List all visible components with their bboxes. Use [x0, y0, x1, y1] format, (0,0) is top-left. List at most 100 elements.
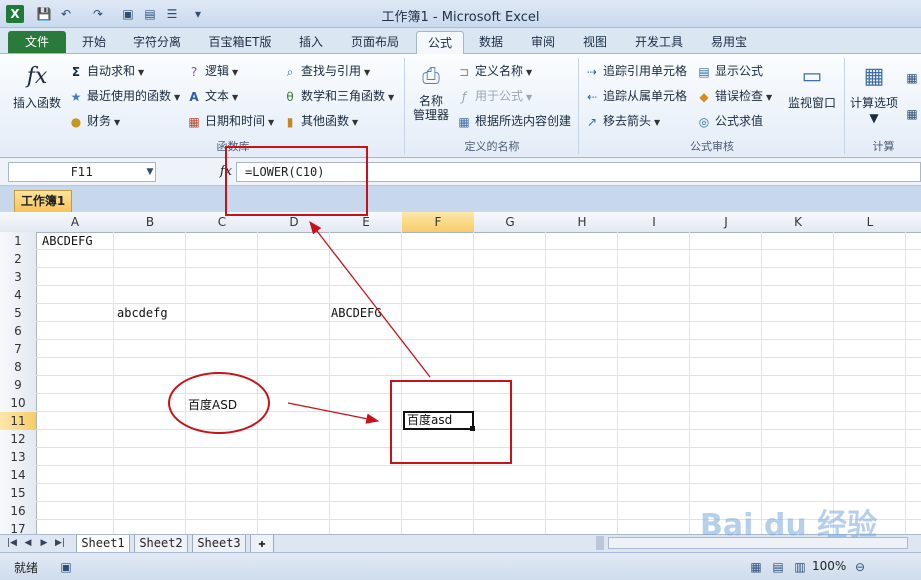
column-header[interactable]: J: [690, 212, 763, 233]
trace-dependents-icon: ⇠: [586, 89, 598, 104]
cell-A1[interactable]: ABCDEFG: [42, 234, 93, 248]
workbook-tab[interactable]: 工作簿1: [14, 190, 72, 212]
row-header[interactable]: 16: [0, 502, 37, 521]
row-header[interactable]: 12: [0, 430, 37, 449]
cell-B5[interactable]: abcdefg: [117, 306, 168, 320]
tab-file[interactable]: 文件: [8, 31, 66, 53]
next-sheet-icon[interactable]: ▶: [38, 537, 50, 549]
insert-function-label: 插入函数: [12, 96, 61, 110]
prev-sheet-icon[interactable]: ◀: [22, 537, 34, 549]
define-name-button[interactable]: ⊐ 定义名称 ▼: [456, 60, 532, 82]
books-icon: ▮: [286, 114, 294, 129]
lookup-button[interactable]: ⌕ 查找与引用 ▼: [282, 60, 371, 82]
first-sheet-icon[interactable]: |◀: [6, 537, 18, 549]
column-header[interactable]: H: [546, 212, 619, 233]
row-header[interactable]: 10: [0, 394, 37, 413]
math-label: 数学和三角函数: [301, 89, 386, 103]
logic-book-icon: ?: [190, 64, 198, 79]
row-header[interactable]: 2: [0, 250, 37, 269]
error-checking-button[interactable]: ◆ 错误检查 ▼: [696, 85, 772, 107]
column-header[interactable]: G: [474, 212, 547, 233]
tab-review[interactable]: 审阅: [520, 31, 566, 53]
row-header[interactable]: 1: [0, 232, 37, 251]
row-header[interactable]: 4: [0, 286, 37, 305]
trace-dependents-button[interactable]: ⇠ 追踪从属单元格: [584, 85, 687, 107]
remove-arrows-button[interactable]: ↗ 移去箭头 ▼: [584, 110, 660, 132]
logic-button[interactable]: ? 逻辑 ▼: [186, 60, 238, 82]
column-header-selected[interactable]: F: [402, 212, 475, 233]
tab-yiyongbao[interactable]: 易用宝: [700, 31, 758, 53]
group-separator: [844, 58, 845, 154]
tab-view[interactable]: 视图: [572, 31, 618, 53]
tab-split-handle[interactable]: [596, 536, 604, 550]
text-button[interactable]: A 文本 ▼: [186, 85, 238, 107]
name-box-dropdown-icon[interactable]: ▼: [142, 164, 158, 180]
last-sheet-icon[interactable]: ▶|: [54, 537, 66, 549]
workbook-tabs-area: [0, 186, 921, 212]
insert-sheet-icon[interactable]: ✚: [250, 535, 274, 553]
other-functions-label: 其他函数: [301, 114, 350, 128]
column-header[interactable]: B: [114, 212, 187, 233]
grid-row-line: [36, 339, 921, 340]
dropdown-arrow-icon: ▼: [352, 118, 359, 127]
column-header[interactable]: L: [834, 212, 907, 233]
define-name-label: 定义名称: [475, 64, 524, 78]
name-manager-button[interactable]: ⎙ 名称 管理器: [408, 60, 454, 122]
evaluate-formula-button[interactable]: ◎ 公式求值: [696, 110, 763, 132]
sheet-tab-sheet2[interactable]: Sheet2: [134, 535, 188, 553]
insert-function-button[interactable]: fx 插入函数: [10, 60, 64, 111]
recent-functions-button[interactable]: ★ 最近使用的函数 ▼: [68, 85, 181, 107]
row-header[interactable]: 17: [0, 520, 37, 534]
row-header[interactable]: 13: [0, 448, 37, 467]
cell-E5[interactable]: ABCDEFG: [331, 306, 382, 320]
tab-char-split[interactable]: 字符分离: [122, 31, 192, 53]
calculation-options-button[interactable]: ▦ 计算选项 ▼: [846, 60, 902, 125]
column-header[interactable]: [906, 212, 921, 233]
row-header[interactable]: 5: [0, 304, 37, 323]
name-box[interactable]: F11: [8, 162, 156, 182]
math-button[interactable]: θ 数学和三角函数 ▼: [282, 85, 394, 107]
trace-precedents-button[interactable]: ⇢ 追踪引用单元格: [584, 60, 687, 82]
tab-insert[interactable]: 插入: [288, 31, 334, 53]
datetime-button[interactable]: ▦ 日期和时间 ▼: [186, 110, 274, 132]
use-in-formula-button[interactable]: ƒ 用于公式 ▼: [456, 85, 532, 107]
column-header[interactable]: A: [36, 212, 115, 233]
row-header[interactable]: 3: [0, 268, 37, 287]
tab-baibaoxiang[interactable]: 百宝箱ET版: [198, 31, 282, 53]
tab-developer[interactable]: 开发工具: [624, 31, 694, 53]
dropdown-arrow-icon: ▼: [232, 93, 239, 102]
show-formulas-button[interactable]: ▤ 显示公式: [696, 60, 763, 82]
calculate-sheet-icon[interactable]: ▦: [904, 106, 920, 122]
row-header[interactable]: 6: [0, 322, 37, 341]
finance-label: 财务: [87, 114, 112, 128]
column-header[interactable]: K: [762, 212, 835, 233]
row-header[interactable]: 11: [0, 412, 37, 431]
tab-page-layout[interactable]: 页面布局: [340, 31, 410, 53]
other-functions-button[interactable]: ▮ 其他函数 ▼: [282, 110, 358, 132]
tab-home[interactable]: 开始: [72, 31, 116, 53]
tab-formulas[interactable]: 公式: [416, 31, 464, 54]
autosum-label: 自动求和: [87, 64, 136, 78]
row-header[interactable]: 7: [0, 340, 37, 359]
row-header[interactable]: 14: [0, 466, 37, 485]
calculate-now-icon[interactable]: ▦: [904, 70, 920, 86]
source-highlight-ellipse: [168, 372, 270, 434]
recent-functions-label: 最近使用的函数: [87, 89, 172, 103]
watch-window-button[interactable]: ▭ 监视窗口: [784, 60, 840, 111]
autosum-button[interactable]: Σ 自动求和 ▼: [68, 60, 144, 82]
sheet-tab-sheet3[interactable]: Sheet3: [192, 535, 246, 553]
tab-data[interactable]: 数据: [468, 31, 514, 53]
select-all-corner[interactable]: [0, 212, 37, 233]
watch-window-label: 监视窗口: [787, 96, 836, 110]
create-from-selection-button[interactable]: ▦ 根据所选内容创建: [456, 110, 571, 132]
row-header[interactable]: 9: [0, 376, 37, 395]
calculation-options-label: 计算选项: [849, 96, 898, 110]
row-header[interactable]: 15: [0, 484, 37, 503]
column-header[interactable]: I: [618, 212, 691, 233]
sheet-tab-sheet1[interactable]: Sheet1: [76, 535, 130, 553]
create-from-selection-label: 根据所选内容创建: [475, 114, 572, 128]
spreadsheet-grid[interactable]: A B C D E F G H I J K L 1 2 3 4 5 6 7 8 9 10 11 12 1…: [0, 212, 921, 534]
row-header[interactable]: 8: [0, 358, 37, 377]
finance-button[interactable]: ● 财务 ▼: [68, 110, 120, 132]
macro-record-icon[interactable]: ▣: [58, 559, 74, 575]
